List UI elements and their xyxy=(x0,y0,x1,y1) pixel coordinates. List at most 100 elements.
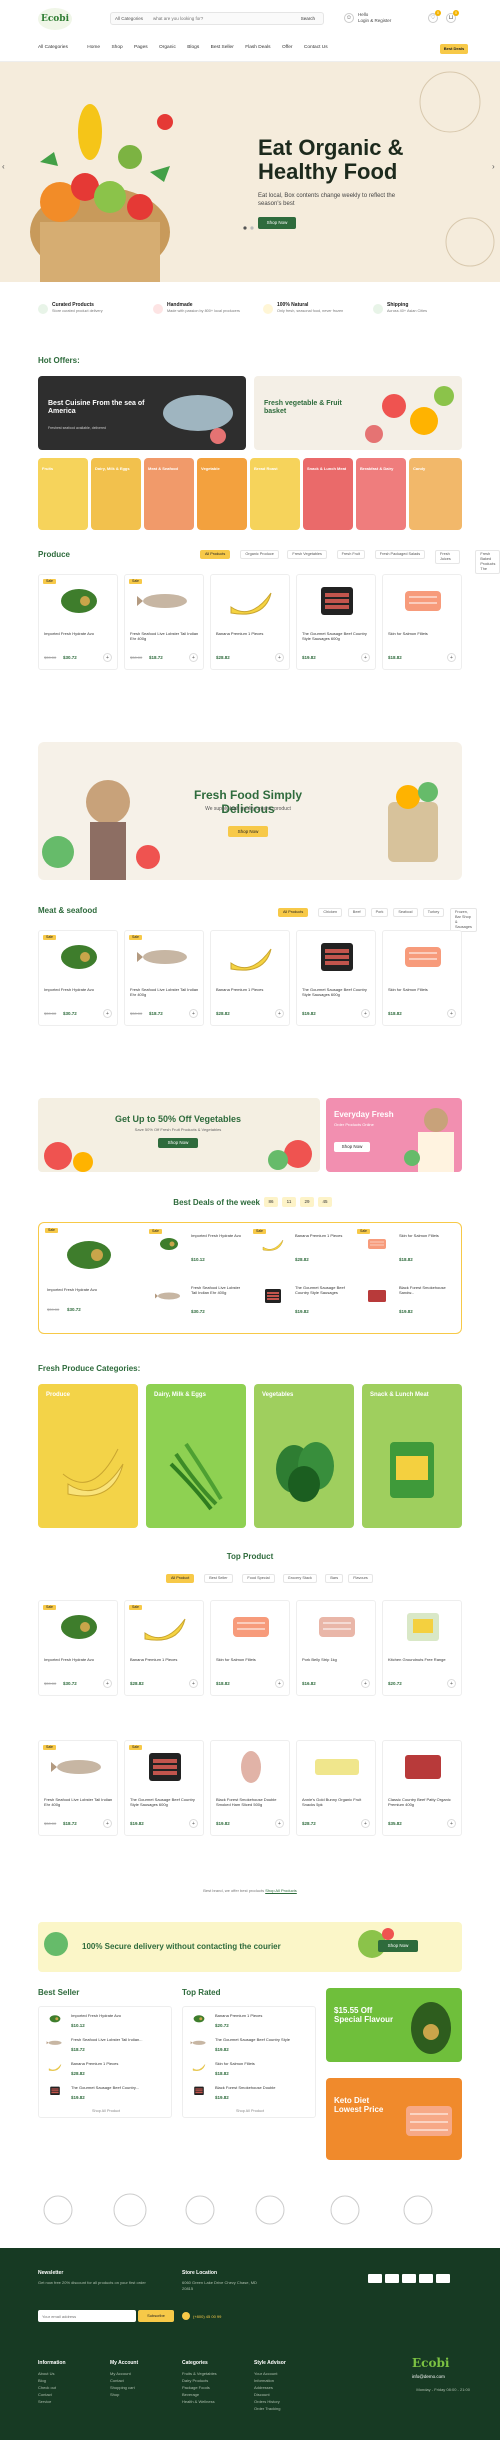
list-item-name[interactable]: Black Forest Smokehouse Double xyxy=(215,2085,311,2090)
filter-tab[interactable]: All Products xyxy=(200,550,231,559)
product-card[interactable]: Sale The Gourmet Sausage Beef Country Sty… xyxy=(124,1740,204,1836)
product-name[interactable]: Classic Country Beef Patty Organic Premi… xyxy=(388,1797,458,1807)
product-card[interactable]: The Gourmet Sausage Beef Country Style S… xyxy=(296,930,376,1026)
shop-all-link[interactable]: Shop All Products xyxy=(265,1888,297,1893)
footer-link[interactable]: Information xyxy=(254,2377,324,2384)
deal-item[interactable]: Sale Skin for Salmon Fillets $18.82 xyxy=(357,1227,457,1275)
add-to-cart-icon[interactable]: + xyxy=(447,653,456,662)
footer-link[interactable]: Shop xyxy=(110,2391,180,2398)
filter-tab[interactable]: Pork xyxy=(370,908,389,917)
footer-link[interactable]: Package Foods xyxy=(182,2384,252,2391)
product-card[interactable]: Sale Fresh Seafood Live Lobster Tail Indi… xyxy=(124,574,204,670)
footer-link[interactable]: Order Tracking xyxy=(254,2405,324,2412)
filter-tab[interactable]: Beef xyxy=(347,908,366,917)
nav-item[interactable]: Best Seller xyxy=(211,45,234,50)
add-to-cart-icon[interactable]: + xyxy=(103,1679,112,1688)
product-name[interactable]: Banana Premium 1 Pieces xyxy=(216,987,286,992)
footer-link[interactable]: Health & Wellness xyxy=(182,2398,252,2405)
filter-tab[interactable]: Grocery Stack xyxy=(282,1574,317,1583)
product-name[interactable]: Imported Fresh Hydrate Avo xyxy=(44,631,114,636)
add-to-cart-icon[interactable]: + xyxy=(275,653,284,662)
deal-item[interactable]: Sale Banana Premium 1 Pieces $28.82 xyxy=(253,1227,353,1275)
product-name[interactable]: Banana Premium 1 Pieces xyxy=(216,631,286,636)
footer-link[interactable]: Check out xyxy=(38,2384,108,2391)
next-slide-icon[interactable]: › xyxy=(492,162,495,171)
promo-shop-button[interactable]: Shop Now xyxy=(228,826,268,837)
category-tile[interactable]: Fruits xyxy=(38,458,88,530)
filter-tab[interactable]: All Products xyxy=(278,908,309,917)
vegetables-deal-button[interactable]: Shop Now xyxy=(158,1138,198,1148)
product-card[interactable]: Sale Banana Premium 1 Pieces $28.82 + xyxy=(124,1600,204,1696)
nav-item[interactable]: Shop xyxy=(111,45,122,50)
nav-item[interactable]: Flash Deals xyxy=(245,45,270,50)
footer-link[interactable]: Orders History xyxy=(254,2398,324,2405)
deal-item[interactable]: Fresh Seafood Live Lobster Tail Indian E… xyxy=(149,1279,249,1327)
product-name[interactable]: Imported Fresh Hydrate Avo xyxy=(44,1657,114,1662)
filter-tab[interactable]: Fresh Juices xyxy=(435,550,460,564)
add-to-cart-icon[interactable]: + xyxy=(275,1679,284,1688)
search-button[interactable]: Search xyxy=(295,15,321,22)
secure-delivery-button[interactable]: Shop Now xyxy=(378,1940,418,1952)
nav-item[interactable]: Blogs xyxy=(187,45,199,50)
deal-item-name[interactable]: Imported Fresh Hydrate Avo xyxy=(191,1233,247,1238)
footer-link[interactable]: Contact xyxy=(110,2377,180,2384)
deal-item-name[interactable]: Skin for Salmon Fillets xyxy=(399,1233,455,1238)
footer-link[interactable]: Discount xyxy=(254,2391,324,2398)
product-card[interactable]: The Gourmet Sausage Beef Country Style S… xyxy=(296,574,376,670)
filter-tab[interactable]: Turkey xyxy=(422,908,445,917)
search-input[interactable] xyxy=(153,16,273,21)
product-name[interactable]: Skin for Salmon Fillets xyxy=(216,1657,286,1662)
deal-item-name[interactable]: Banana Premium 1 Pieces xyxy=(295,1233,351,1238)
footer-email[interactable]: info@demo.com xyxy=(412,2374,445,2379)
product-card[interactable]: Black Forest Smokehouse Double Smoked Ha… xyxy=(210,1740,290,1836)
deal-item-name[interactable]: Imported Fresh Hydrate Avo xyxy=(47,1287,127,1292)
footer-link[interactable]: Contact xyxy=(38,2391,108,2398)
nav-item[interactable]: Home xyxy=(87,45,100,50)
footer-link[interactable]: My Account xyxy=(110,2370,180,2377)
fresh-category-tile[interactable]: Dairy, Milk & Eggs xyxy=(146,1384,246,1528)
product-card[interactable]: Banana Premium 1 Pieces $28.82 + xyxy=(210,930,290,1026)
phone-number[interactable]: (+800) 45 00 99 xyxy=(193,2314,221,2319)
list-item-name[interactable]: The Gourmet Sausage Beef Country... xyxy=(71,2085,167,2090)
add-to-cart-icon[interactable]: + xyxy=(189,1009,198,1018)
deal-item-name[interactable]: The Gourmet Sausage Beef Country Style S… xyxy=(295,1285,351,1295)
add-to-cart-icon[interactable]: + xyxy=(361,1819,370,1828)
shop-all-link[interactable]: Shop All Product xyxy=(39,2109,173,2113)
prev-slide-icon[interactable]: ‹ xyxy=(2,162,5,171)
add-to-cart-icon[interactable]: + xyxy=(103,1819,112,1828)
product-card[interactable]: Sale Imported Fresh Hydrate Avo $39.00 $30.… xyxy=(38,574,118,670)
product-card[interactable]: Sale Fresh Seafood Live Lobster Tail Indi… xyxy=(38,1740,118,1836)
product-card[interactable]: Pork Belly Strip 1kg $16.82 + xyxy=(296,1600,376,1696)
product-name[interactable]: Fresh Seafood Live Lobster Tail Indian E… xyxy=(44,1797,114,1807)
filter-tab[interactable]: Flavours xyxy=(348,1574,373,1583)
newsletter-email-input[interactable] xyxy=(38,2310,136,2322)
shop-all-link[interactable]: Shop All Product xyxy=(183,2109,317,2113)
add-to-cart-icon[interactable]: + xyxy=(447,1009,456,1018)
list-item-name[interactable]: Imported Fresh Hydrate Avo xyxy=(71,2013,167,2018)
filter-tab[interactable]: Fresh Baked Products The xyxy=(475,550,500,574)
deal-item-name[interactable]: Black Forest Smokehouse Sandw... xyxy=(399,1285,455,1295)
filter-tab[interactable]: Organic Produce xyxy=(240,550,279,559)
nav-item[interactable]: Offer xyxy=(282,45,293,50)
list-item-name[interactable]: Fresh Seafood Live Lobster Tail Indian..… xyxy=(71,2037,167,2042)
product-name[interactable]: The Gourmet Sausage Beef Country Style S… xyxy=(130,1797,200,1807)
product-name[interactable]: Banana Premium 1 Pieces xyxy=(130,1657,200,1662)
product-name[interactable]: Fresh Seafood Live Lobster Tail Indian E… xyxy=(130,987,200,997)
add-to-cart-icon[interactable]: + xyxy=(361,1009,370,1018)
add-to-cart-icon[interactable]: + xyxy=(103,1009,112,1018)
product-card[interactable]: Skin for Salmon Fillets $18.82 + xyxy=(382,930,462,1026)
fresh-category-tile[interactable]: Snack & Lunch Meat xyxy=(362,1384,462,1528)
product-card[interactable]: Sale Imported Fresh Hydrate Avo $39.00 $30.… xyxy=(38,1600,118,1696)
best-deals-button[interactable]: Best Deals xyxy=(440,44,468,54)
add-to-cart-icon[interactable]: + xyxy=(361,1679,370,1688)
product-name[interactable]: Pork Belly Strip 1kg xyxy=(302,1657,372,1662)
search-category-select[interactable]: All Categories xyxy=(115,16,143,21)
add-to-cart-icon[interactable]: + xyxy=(275,1819,284,1828)
footer-link[interactable]: Blog xyxy=(38,2377,108,2384)
subscribe-button[interactable]: Subscribe xyxy=(138,2310,174,2322)
keto-diet-banner[interactable]: Keto Diet Lowest Price xyxy=(326,2078,462,2160)
list-item-name[interactable]: Banana Premium 1 Pieces xyxy=(71,2061,167,2066)
seafood-banner[interactable]: Best Cuisine From the sea of America Fre… xyxy=(38,376,246,450)
product-card[interactable]: Sale Imported Fresh Hydrate Avo $39.00 $30.… xyxy=(38,930,118,1026)
list-item-name[interactable]: Skin for Salmon Fillets xyxy=(215,2061,311,2066)
